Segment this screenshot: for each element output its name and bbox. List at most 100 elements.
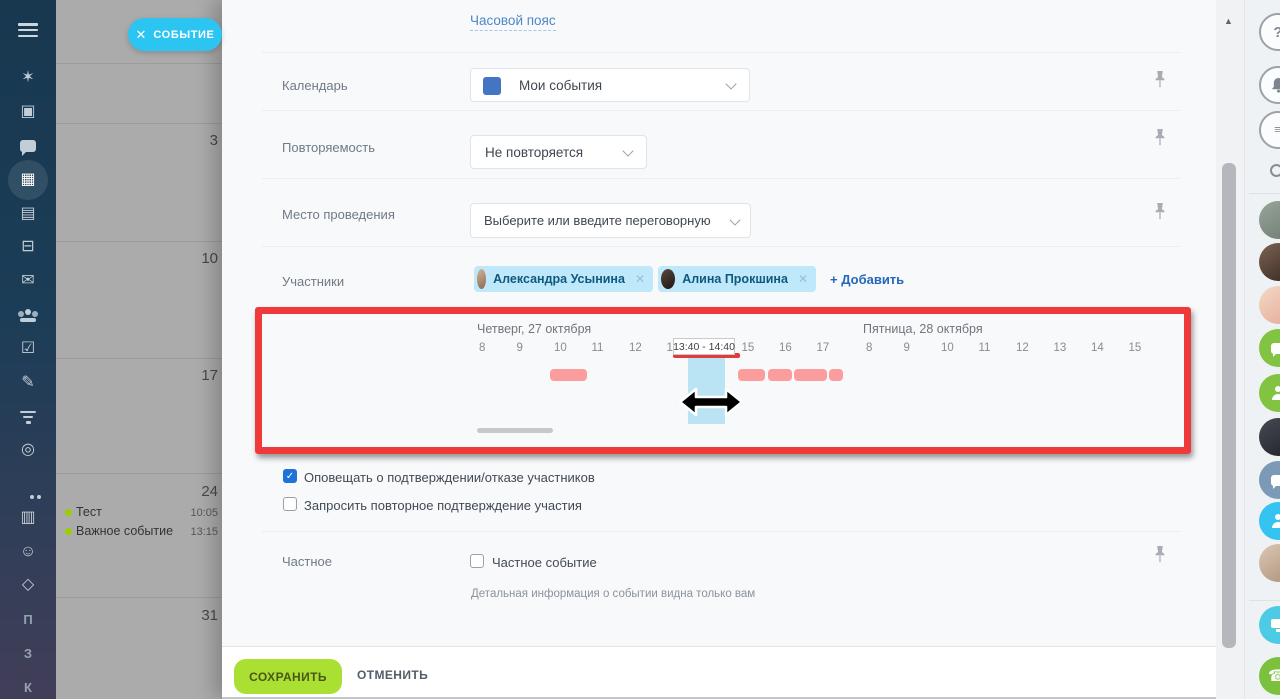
mail-icon: ✉ [21,273,34,289]
sidebar-item-tasks[interactable]: ☑ [0,332,56,366]
calendar-date: 31 [201,607,218,624]
calendar-event-time: 10:05 [190,507,218,519]
telephony-button[interactable]: ☎ [1259,657,1280,695]
calendar-grid-line [56,63,232,64]
user-avatar[interactable] [1259,243,1280,281]
calendar-event-time: 13:15 [190,526,218,538]
contact-card-icon: ▥ [20,510,35,526]
app-window: 3 10 17 24 31 Тест 10:05 Важное событие … [0,0,1280,699]
cancel-button[interactable]: ОТМЕНИТЬ [357,668,428,682]
scrollbar-thumb[interactable] [1222,163,1236,648]
sidebar-item-z[interactable]: З [0,636,56,670]
contact-button[interactable] [1259,502,1280,540]
calendar-grid-line [56,241,232,242]
calendar-select[interactable]: Мои события [470,68,750,102]
menu-toggle-button[interactable] [0,13,56,47]
search-icon [1269,163,1280,181]
user-avatar[interactable] [1259,286,1280,324]
people-icon [18,309,38,322]
row-divider [262,110,1180,111]
help-button[interactable]: ? [1259,13,1280,51]
chevron-down-icon [622,145,633,156]
pin-icon[interactable] [1154,546,1166,563]
busy-time-block [768,369,792,382]
group-chat-button[interactable] [1259,461,1280,499]
reconfirm-checkbox[interactable] [283,497,297,511]
user-avatar[interactable] [1259,544,1280,582]
hour-tick-label: 9 [517,342,523,354]
hour-tick-label: 11 [592,342,604,354]
participant-chip[interactable]: Алина Прокшина ✕ [658,266,816,292]
pen-icon: ✎ [21,375,34,391]
private-checkbox[interactable] [470,554,484,568]
repeat-select[interactable]: Не повторяется [470,135,647,169]
background-month-calendar: 3 10 17 24 31 Тест 10:05 Важное событие … [56,0,232,699]
document-icon: ▤ [20,206,35,222]
participant-chip[interactable]: Александра Усынина ✕ [474,266,653,292]
hour-tick-label: 10 [554,342,567,354]
hamburger-icon [18,23,38,37]
busy-time-block [738,369,765,382]
user-avatar[interactable] [1259,201,1280,239]
pin-icon[interactable] [1154,129,1166,146]
calendar-date: 3 [210,132,218,149]
sidebar-item-crm[interactable] [0,400,56,434]
desktop-app-button[interactable] [1259,606,1280,644]
sidebar-item-messenger[interactable] [0,129,56,163]
notifications-bell-button[interactable] [1259,66,1280,104]
private-hint: Детальная информация о событии видна тол… [471,588,755,600]
remove-participant-icon[interactable]: ✕ [635,272,645,286]
sidebar-item-company[interactable] [0,298,56,332]
private-row-label: Частное [282,554,332,569]
hour-tick-label: 8 [479,342,485,354]
panel-scrollbar[interactable]: ▲ [1216,0,1244,699]
sidebar-item-k[interactable]: К [0,670,56,699]
sidebar-item-contacts[interactable]: ▥ [0,501,56,535]
chat-shortcut-button[interactable] [1259,329,1280,367]
sidebar-item-drive[interactable]: ⊟ [0,230,56,264]
notify-checkbox[interactable]: ✓ [283,469,297,483]
invite-user-button[interactable] [1259,374,1280,412]
pin-icon[interactable] [1154,203,1166,220]
search-button[interactable] [1259,153,1280,191]
sidebar-item-apps[interactable]: ◇ [0,568,56,602]
event-button-label: СОБЫТИЕ [153,29,214,41]
sidebar-item-automation[interactable]: ☺ [0,535,56,569]
row-divider [262,52,1180,53]
notification-list-button[interactable]: ≡ [1259,111,1280,149]
hour-tick-label: 12 [1016,342,1029,354]
add-participant-button[interactable]: + Добавить [830,272,904,287]
phone-icon: ☎ [1268,666,1280,686]
calendar-event: Важное событие [76,524,173,538]
event-dot [65,509,72,516]
close-event-panel-button[interactable]: ✕ СОБЫТИЕ [128,18,222,51]
lines-icon: ≡ [1274,124,1280,136]
sidebar-item-calendar-active[interactable]: ▦ [0,163,56,197]
scroll-up-arrow[interactable]: ▲ [1224,16,1233,26]
user-avatar[interactable] [1259,418,1280,456]
hour-tick-label: 11 [979,342,991,354]
timezone-link[interactable]: Часовой пояс [470,13,556,31]
location-select[interactable]: Выберите или введите переговорную [470,203,751,238]
save-button[interactable]: СОХРАНИТЬ [234,659,342,694]
event-dot [65,528,72,535]
sidebar-item-feed[interactable]: ✶ [0,61,56,95]
task-check-icon: ☑ [21,341,35,357]
remove-participant-icon[interactable]: ✕ [798,272,808,286]
sidebar-item-documents[interactable]: ▤ [0,197,56,231]
sidebar-item-mail[interactable]: ✉ [0,264,56,298]
sidebar-item-p[interactable]: П [0,602,56,636]
sidebar-item-shop[interactable] [0,467,56,501]
scheduler-horizontal-scrollbar[interactable] [477,428,553,433]
hour-tick-label: 12 [629,342,642,354]
sidebar-item-workspace[interactable]: ▣ [0,95,56,129]
sidebar-item-sign[interactable]: ✎ [0,366,56,400]
avatar [661,269,675,289]
notify-checkbox-label: Оповещать о подтверждении/отказе участни… [304,470,595,485]
pin-icon[interactable] [1154,71,1166,88]
left-sidebar: ✶ ▣ ▦ ▤ ⊟ ✉ ☑ ✎ ◎ ▥ ☺ ◇ П З К [0,0,56,699]
calendar-row-label: Календарь [282,78,348,93]
row-divider [262,246,1180,247]
repeat-row-label: Повторяемость [282,140,375,155]
sidebar-item-marketing[interactable]: ◎ [0,433,56,467]
